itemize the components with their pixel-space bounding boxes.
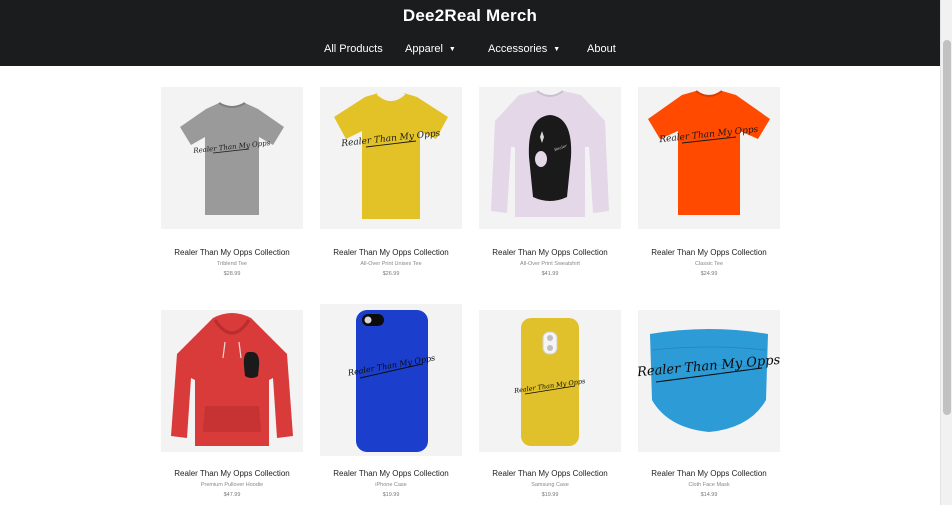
- product-title[interactable]: Realer Than My Opps Collection: [628, 469, 790, 478]
- hoodie-icon: [171, 313, 293, 446]
- samsung-case-yellow-image[interactable]: Realer Than My Opps: [479, 310, 621, 452]
- sweatshirt-ski-mask-image[interactable]: Realer: [479, 87, 621, 229]
- product-title[interactable]: Realer Than My Opps Collection: [628, 248, 790, 257]
- product-price: $28.99: [223, 271, 241, 277]
- product-type: Cloth Face Mask: [688, 482, 730, 488]
- product-title[interactable]: Realer Than My Opps Collection: [151, 469, 313, 478]
- product-type: Triblend Tee: [217, 261, 247, 267]
- tshirt-icon: Realer Than My Opps: [648, 90, 770, 215]
- nav-about[interactable]: About: [587, 43, 616, 55]
- hoodie-red-image[interactable]: [161, 310, 303, 452]
- iphone-case-blue-image[interactable]: Realer Than My Opps: [320, 304, 462, 456]
- tshirt-orange-image[interactable]: Realer Than My Opps: [638, 87, 780, 229]
- product-price: $19.99: [382, 492, 400, 498]
- tshirt-yellow-image[interactable]: Realer Than My Opps: [320, 87, 462, 229]
- product-title[interactable]: Realer Than My Opps Collection: [469, 469, 631, 478]
- phone-case-icon: Realer Than My Opps: [513, 318, 586, 446]
- nav-label: Apparel: [405, 43, 443, 55]
- product-type: Samsung Case: [531, 482, 569, 488]
- product-type: All-Over Print Sweatshirt: [520, 261, 580, 267]
- product-type: iPhone Case: [375, 482, 407, 488]
- product-price: $41.99: [541, 271, 559, 277]
- product-price: $14.99: [700, 492, 718, 498]
- product-type: All-Over Print Unisex Tee: [360, 261, 422, 267]
- product-price: $24.99: [700, 271, 718, 277]
- face-mask-blue-image[interactable]: Realer Than My Opps: [638, 310, 780, 452]
- nav-apparel[interactable]: Apparel ▼: [405, 43, 456, 55]
- product-title[interactable]: Realer Than My Opps Collection: [310, 248, 472, 257]
- product-price: $19.99: [541, 492, 559, 498]
- product-type: Classic Tee: [694, 261, 724, 267]
- nav-label: Accessories: [488, 43, 548, 55]
- nav-label: About: [587, 43, 616, 55]
- site-header: Dee2Real Merch All Products Apparel ▼ Acc…: [0, 0, 940, 66]
- product-title[interactable]: Realer Than My Opps Collection: [310, 469, 472, 478]
- scrollbar-thumb[interactable]: [943, 40, 951, 415]
- tshirt-icon: Realer Than My Opps: [180, 102, 284, 215]
- nav-accessories[interactable]: Accessories ▼: [488, 43, 560, 55]
- nav-label: All Products: [324, 43, 383, 55]
- nav-all-products[interactable]: All Products: [324, 43, 383, 55]
- tshirt-icon: Realer Than My Opps: [334, 91, 448, 219]
- main-nav: All Products Apparel ▼ Accessories ▼ About: [0, 43, 940, 59]
- phone-case-icon: Realer Than My Opps: [346, 310, 436, 452]
- chevron-down-icon: ▼: [448, 45, 456, 53]
- product-type: Premium Pullover Hoodie: [200, 482, 264, 488]
- face-mask-icon: Realer Than My Opps: [638, 329, 780, 432]
- chevron-down-icon: ▼: [553, 45, 561, 53]
- product-title[interactable]: Realer Than My Opps Collection: [151, 248, 313, 257]
- product-price: $47.99: [223, 492, 241, 498]
- store-title[interactable]: Dee2Real Merch: [0, 6, 940, 26]
- page-scrollbar[interactable]: [940, 0, 952, 505]
- tshirt-gray-image[interactable]: Realer Than My Opps: [161, 87, 303, 229]
- product-title[interactable]: Realer Than My Opps Collection: [469, 248, 631, 257]
- sweatshirt-icon: Realer: [491, 90, 609, 217]
- product-price: $26.99: [382, 271, 400, 277]
